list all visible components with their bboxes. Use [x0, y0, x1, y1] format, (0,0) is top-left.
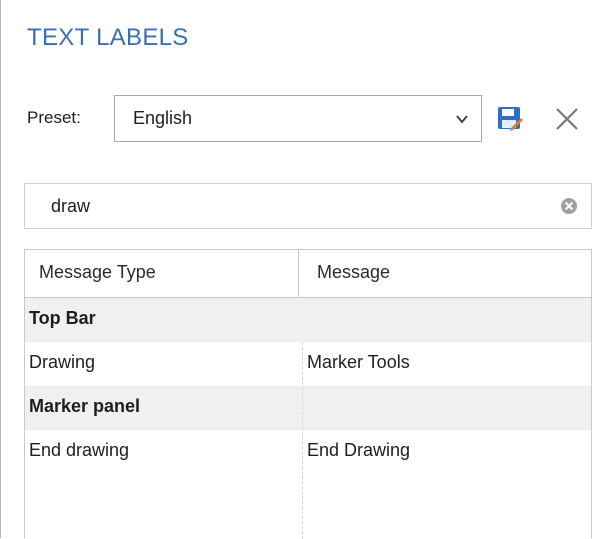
column-divider-dashed — [302, 342, 303, 539]
panel-left-border — [0, 0, 1, 538]
group-label: Top Bar — [29, 308, 96, 328]
group-label: Marker panel — [29, 396, 141, 416]
close-icon[interactable] — [553, 105, 581, 133]
cell-message[interactable]: End Drawing — [307, 440, 410, 461]
group-row-marker-panel[interactable]: Marker panel — [25, 386, 591, 430]
table-row[interactable]: End drawing End Drawing — [25, 430, 591, 474]
column-divider[interactable] — [298, 250, 299, 298]
grid-header: Message Type Message — [25, 250, 591, 298]
cell-message-type: Drawing — [29, 352, 96, 372]
chevron-down-icon — [456, 115, 468, 124]
preset-label: Preset: — [27, 108, 81, 127]
save-icon[interactable] — [497, 106, 523, 132]
messages-grid: Message Type Message Top Bar Drawing Mar… — [24, 249, 592, 539]
panel-title: TEXT LABELS — [27, 24, 189, 51]
group-row-top-bar[interactable]: Top Bar — [25, 298, 591, 342]
preset-selected-value: English — [133, 108, 193, 128]
table-row[interactable]: Drawing Marker Tools — [25, 342, 591, 386]
cell-message-type: End drawing — [29, 440, 130, 460]
search-field[interactable] — [24, 183, 592, 229]
preset-dropdown[interactable]: English — [114, 95, 482, 142]
column-header-message[interactable]: Message — [317, 262, 390, 283]
column-header-message-type[interactable]: Message Type — [39, 262, 156, 283]
cell-message[interactable]: Marker Tools — [307, 352, 410, 373]
clear-icon[interactable] — [559, 196, 579, 216]
search-input[interactable] — [39, 192, 561, 220]
